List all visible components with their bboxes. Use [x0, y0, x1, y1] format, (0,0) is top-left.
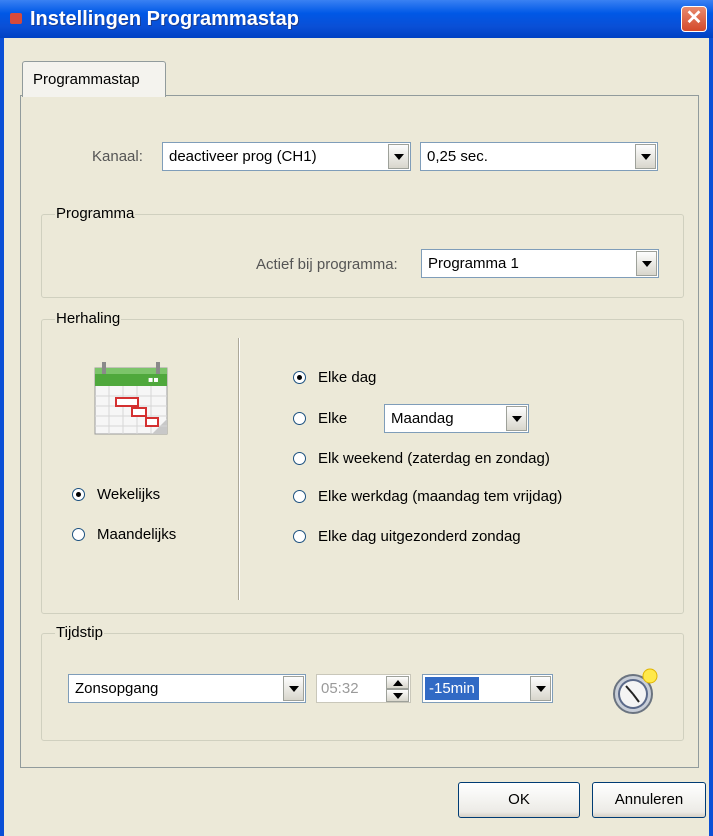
chevron-down-icon[interactable] — [388, 144, 409, 169]
event-value: Zonsopgang — [75, 680, 159, 697]
chevron-down-icon[interactable] — [283, 676, 304, 701]
tab-programmastap[interactable]: Programmastap — [22, 61, 166, 97]
specific-day-label: Elke — [318, 410, 348, 427]
tab-label: Programmastap — [33, 71, 140, 88]
time-value: 05:32 — [321, 680, 359, 697]
monthly-label: Maandelijks — [97, 526, 177, 543]
weekend-radio[interactable] — [293, 452, 306, 465]
window-title: Instellingen Programmastap — [30, 8, 299, 30]
tijdstip-group-title: Tijdstip — [55, 624, 104, 641]
herhaling-group-title: Herhaling — [55, 310, 122, 327]
chevron-down-icon[interactable] — [636, 251, 657, 276]
offset-value: -15min — [425, 677, 479, 700]
program-select[interactable]: Programma 1 — [421, 249, 659, 278]
app-icon — [10, 13, 22, 24]
cancel-button[interactable]: Annuleren — [592, 782, 706, 818]
program-label: Actief bij programma: — [256, 256, 398, 273]
duration-select[interactable]: 0,25 sec. — [420, 142, 658, 171]
cancel-label: Annuleren — [614, 791, 684, 808]
weekend-label: Elk weekend (zaterdag en zondag) — [318, 450, 550, 467]
chevron-down-icon[interactable] — [506, 406, 527, 431]
close-button[interactable]: ✕ — [681, 6, 707, 32]
channel-label: Kanaal: — [92, 148, 143, 165]
program-value: Programma 1 — [428, 255, 519, 272]
specific-day-radio[interactable] — [293, 412, 306, 425]
time-down-arrow-icon[interactable] — [386, 689, 409, 702]
channel-value: deactiveer prog (CH1) — [169, 148, 317, 165]
event-select[interactable]: Zonsopgang — [68, 674, 306, 703]
calendar-icon: ▪▪ — [94, 362, 168, 435]
except-sunday-label: Elke dag uitgezonderd zondag — [318, 528, 521, 545]
every-day-label: Elke dag — [318, 369, 377, 386]
offset-select[interactable]: -15min — [422, 674, 553, 703]
weekday-value: Maandag — [391, 410, 454, 427]
window-frame-right — [709, 38, 713, 836]
workday-radio[interactable] — [293, 490, 306, 503]
duration-value: 0,25 sec. — [427, 148, 488, 165]
workday-label: Elke werkdag (maandag tem vrijdag) — [318, 488, 563, 505]
time-stepper[interactable]: 05:32 — [316, 674, 411, 703]
time-up-arrow-icon[interactable] — [386, 676, 409, 689]
chevron-down-icon[interactable] — [530, 676, 551, 701]
vertical-divider — [238, 338, 240, 600]
svg-text:▪▪: ▪▪ — [148, 375, 159, 384]
ok-button[interactable]: OK — [458, 782, 580, 818]
except-sunday-radio[interactable] — [293, 530, 306, 543]
channel-select[interactable]: deactiveer prog (CH1) — [162, 142, 411, 171]
weekly-label: Wekelijks — [97, 486, 161, 503]
clock-icon — [613, 668, 658, 714]
window-frame-left — [0, 38, 4, 836]
weekly-radio[interactable] — [72, 488, 85, 501]
ok-label: OK — [508, 791, 530, 808]
every-day-radio[interactable] — [293, 371, 306, 384]
title-bar[interactable]: Instellingen Programmastap ✕ — [0, 0, 713, 38]
monthly-radio[interactable] — [72, 528, 85, 541]
weekday-select[interactable]: Maandag — [384, 404, 529, 433]
programma-group-title: Programma — [55, 205, 136, 222]
chevron-down-icon[interactable] — [635, 144, 656, 169]
